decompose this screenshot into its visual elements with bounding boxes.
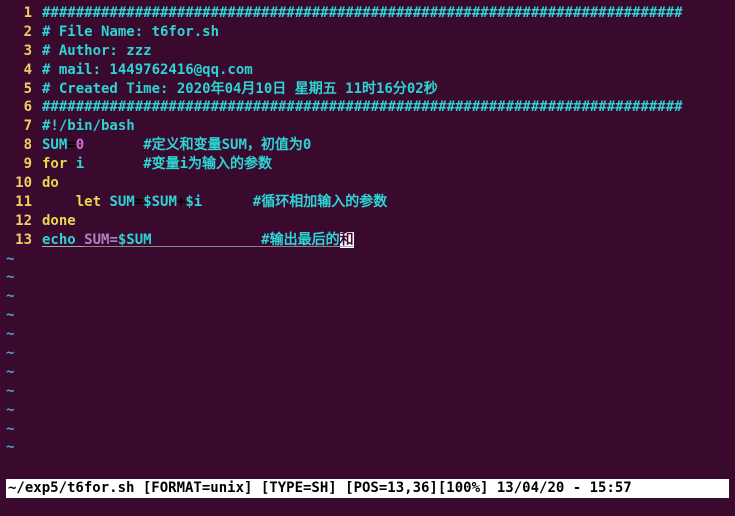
line-number: 9 [6,155,32,174]
tilde-marker: ~ [6,344,14,363]
code-line[interactable]: 12 done [6,212,729,231]
tilde-marker: ~ [6,401,14,420]
code-content[interactable]: # Author: zzz [42,42,729,61]
empty-line: ~ [6,325,729,344]
code-line[interactable]: 2 # File Name: t6for.sh [6,23,729,42]
status-bar: ~/exp5/t6for.sh [FORMAT=unix] [TYPE=SH] … [6,479,729,498]
code-content[interactable]: # mail: 1449762416@qq.com [42,61,729,80]
tilde-marker: ~ [6,420,14,439]
tilde-marker: ~ [6,438,14,457]
tilde-marker: ~ [6,268,14,287]
code-line[interactable]: 10 do [6,174,729,193]
line-number: 1 [6,4,32,23]
tilde-marker: ~ [6,250,14,269]
line-number: 4 [6,61,32,80]
line-number: 6 [6,98,32,117]
line-number: 7 [6,117,32,136]
code-content[interactable]: done [42,212,729,231]
code-line[interactable]: 5 # Created Time: 2020年04月10日 星期五 11时16分0… [6,80,729,99]
code-content[interactable]: # Created Time: 2020年04月10日 星期五 11时16分02… [42,80,729,99]
line-number: 11 [6,193,32,212]
code-content[interactable]: ########################################… [42,98,729,117]
code-line[interactable]: 11 let SUM=$SUM+$i #循环相加输入的参数 [6,193,729,212]
code-line[interactable]: 6 #######################################… [6,98,729,117]
line-number: 2 [6,23,32,42]
empty-line: ~ [6,268,729,287]
tilde-marker: ~ [6,363,14,382]
tilde-marker: ~ [6,287,14,306]
code-content[interactable]: #!/bin/bash [42,117,729,136]
tilde-marker: ~ [6,382,14,401]
code-content[interactable]: do [42,174,729,193]
line-number: 8 [6,136,32,155]
code-line[interactable]: 4 # mail: 1449762416@qq.com [6,61,729,80]
empty-line: ~ [6,306,729,325]
code-content[interactable]: for i #变量i为输入的参数 [42,155,729,174]
empty-line: ~ [6,250,729,269]
empty-line: ~ [6,401,729,420]
code-content[interactable]: let SUM=$SUM+$i #循环相加输入的参数 [42,193,729,212]
empty-line: ~ [6,287,729,306]
code-content[interactable]: echo SUM=$SUM #输出最后的和 [42,231,729,250]
code-line[interactable]: 7 #!/bin/bash [6,117,729,136]
empty-line: ~ [6,382,729,401]
tilde-marker: ~ [6,306,14,325]
line-number: 10 [6,174,32,193]
code-line[interactable]: 13 echo SUM=$SUM #输出最后的和 [6,231,729,250]
empty-line: ~ [6,420,729,439]
code-line[interactable]: 3 # Author: zzz [6,42,729,61]
line-number: 12 [6,212,32,231]
code-line[interactable]: 8 SUM=0 #定义和变量SUM，初值为0 [6,136,729,155]
code-line[interactable]: 9 for i #变量i为输入的参数 [6,155,729,174]
code-content[interactable]: # File Name: t6for.sh [42,23,729,42]
tilde-marker: ~ [6,325,14,344]
editor-viewport[interactable]: 1 #######################################… [0,0,735,461]
code-line[interactable]: 1 #######################################… [6,4,729,23]
line-number: 3 [6,42,32,61]
line-number: 13 [6,231,32,250]
code-content[interactable]: ########################################… [42,4,729,23]
empty-line: ~ [6,363,729,382]
line-number: 5 [6,80,32,99]
empty-line: ~ [6,344,729,363]
code-content[interactable]: SUM=0 #定义和变量SUM，初值为0 [42,136,729,155]
empty-line: ~ [6,438,729,457]
